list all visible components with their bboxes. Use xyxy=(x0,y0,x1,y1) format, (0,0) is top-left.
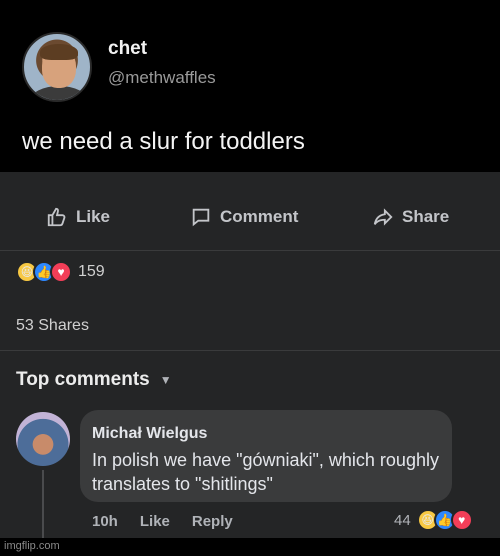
like-button[interactable]: Like xyxy=(46,206,110,228)
comment-reply-button[interactable]: Reply xyxy=(192,513,233,530)
chevron-down-icon: ▼ xyxy=(159,373,172,387)
comment-sort-dropdown[interactable]: Top comments ▼ xyxy=(16,369,172,391)
avatar-shirt xyxy=(30,86,88,100)
divider xyxy=(0,350,500,351)
tweet-card: chet @methwaffles we need a slur for tod… xyxy=(0,0,500,172)
love-reaction-icon: ♥ xyxy=(50,261,72,283)
tweet-handle[interactable]: @methwaffles xyxy=(108,68,216,88)
comment-reaction-count: 44 xyxy=(394,511,411,529)
comment-bubble: Michał Wielgus In polish we have "gównia… xyxy=(80,410,452,502)
comment-meta: 10h Like Reply xyxy=(92,513,233,530)
comment-sort-label: Top comments xyxy=(16,369,150,390)
comment-bubble-icon xyxy=(192,208,210,227)
post-action-bar: Like Comment Share xyxy=(0,172,500,264)
comment-reaction-summary[interactable]: 44 😆 👍 ♥ xyxy=(394,509,473,531)
like-label: Like xyxy=(76,207,111,226)
tweet-avatar[interactable] xyxy=(22,32,92,102)
avatar-hair xyxy=(40,44,78,60)
share-button[interactable]: Share xyxy=(372,206,449,228)
divider xyxy=(0,250,500,251)
share-count[interactable]: 53 Shares xyxy=(16,317,89,335)
comment-text: In polish we have "gówniaki", which roug… xyxy=(92,450,439,494)
share-arrow-icon xyxy=(373,208,393,226)
reaction-summary[interactable]: 😆 👍 ♥ 159 xyxy=(16,261,105,283)
reaction-count: 159 xyxy=(78,263,105,280)
love-reaction-icon: ♥ xyxy=(450,509,473,531)
watermark: imgflip.com xyxy=(4,540,60,552)
commenter-avatar[interactable] xyxy=(16,412,70,466)
share-label: Share xyxy=(402,207,450,226)
thread-line xyxy=(42,470,44,538)
tweet-text: we need a slur for toddlers xyxy=(22,128,305,155)
comment-time[interactable]: 10h xyxy=(92,513,118,530)
comment-author[interactable]: Michał Wielgus xyxy=(92,425,207,443)
facebook-post: Like Comment Share 😆 👍 ♥ 159 53 Shares T… xyxy=(0,172,500,538)
comment-button[interactable]: Comment xyxy=(190,206,298,228)
tweet-display-name[interactable]: chet xyxy=(108,38,147,60)
comment-label: Comment xyxy=(220,207,299,226)
thumbs-up-icon xyxy=(47,207,66,227)
comment-like-button[interactable]: Like xyxy=(140,513,170,530)
